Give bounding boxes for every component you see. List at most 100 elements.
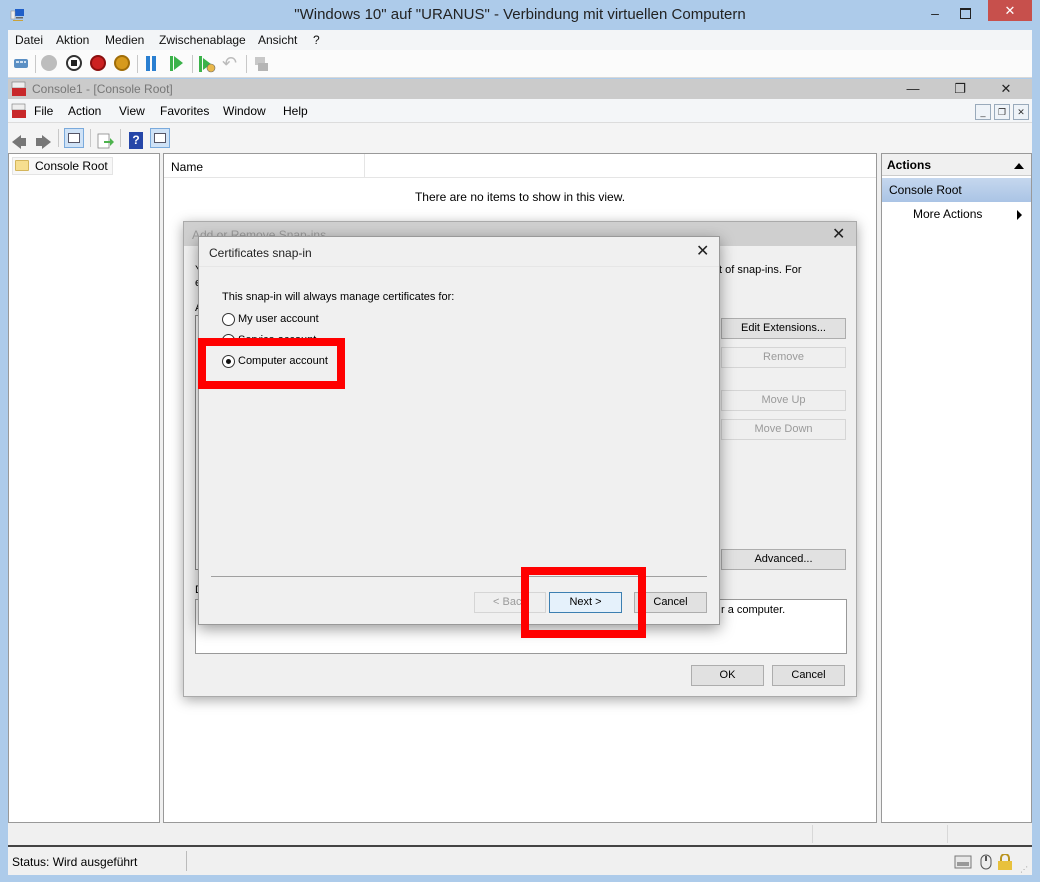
- mmc-status-bar: [8, 823, 1032, 843]
- folder-icon: [15, 160, 29, 171]
- mmc-close-button[interactable]: ✕: [983, 80, 1029, 98]
- mmc-menu-help[interactable]: Help: [283, 104, 308, 118]
- toolbar-separator: [90, 129, 91, 147]
- highlight-computer-account: [198, 338, 345, 389]
- vm-menu-zwischenablage[interactable]: Zwischenablage: [159, 33, 246, 47]
- vm-maximize-button[interactable]: [950, 0, 980, 26]
- shutdown-icon[interactable]: [90, 55, 106, 71]
- mmc-menu-bar: File Action View Favorites Window Help: [8, 99, 1032, 123]
- checkpoint-icon[interactable]: [198, 55, 216, 73]
- vm-menu-datei[interactable]: Datei: [15, 33, 43, 47]
- dialog-close-button[interactable]: ✕: [832, 224, 845, 244]
- vm-menu-help[interactable]: ?: [313, 33, 320, 47]
- mmc-menu-toolbox-icon: [11, 103, 26, 118]
- toolbar-separator: [246, 55, 247, 73]
- actions-header: Actions: [882, 154, 1031, 176]
- mmc-minimize-button[interactable]: —: [890, 80, 936, 98]
- more-actions-item[interactable]: More Actions: [913, 207, 982, 221]
- mmc-restore-button[interactable]: ❐: [937, 80, 983, 98]
- save-icon[interactable]: [114, 55, 130, 71]
- vm-toolbar: ↶: [8, 50, 1032, 78]
- dialog-title: Certificates snap-in: [209, 246, 312, 260]
- pause-icon[interactable]: [146, 56, 150, 71]
- keyboard-icon: [954, 855, 972, 869]
- forward-arrow-icon[interactable]: [42, 135, 51, 149]
- back-arrow-shaft: [20, 138, 26, 146]
- ok-button[interactable]: OK: [691, 665, 764, 686]
- remove-button[interactable]: Remove: [721, 347, 846, 368]
- toolbar-separator: [35, 55, 36, 73]
- help-icon[interactable]: ?: [129, 132, 143, 149]
- status-divider: [947, 825, 948, 843]
- vm-menu-bar: Datei Aktion Medien Zwischenablage Ansic…: [8, 30, 1032, 50]
- edit-extensions-button[interactable]: Edit Extensions...: [721, 318, 846, 339]
- show-hide-action-pane-button[interactable]: [150, 128, 170, 148]
- export-list-icon[interactable]: [96, 132, 114, 150]
- manage-prompt: This snap-in will always manage certific…: [222, 291, 455, 303]
- submenu-arrow-icon: [1017, 210, 1022, 220]
- vm-status-bar: Status: Wird ausgeführt ⋰: [8, 845, 1032, 875]
- vm-close-button[interactable]: ✕: [988, 0, 1032, 21]
- mmc-toolbox-icon: [11, 81, 26, 96]
- column-header-name[interactable]: Name: [171, 160, 203, 174]
- toolbar-separator: [137, 55, 138, 73]
- collapse-up-icon[interactable]: [1014, 163, 1024, 169]
- mouse-icon: [980, 854, 992, 870]
- mmc-title-bar: Console1 - [Console Root] — ❐ ✕: [8, 79, 1032, 99]
- child-close-button[interactable]: ✕: [1013, 104, 1029, 120]
- description-text: r a computer.: [721, 604, 786, 616]
- actions-group-label: Console Root: [889, 183, 962, 197]
- status-divider: [186, 851, 187, 871]
- list-header: Name: [164, 154, 876, 178]
- vm-menu-medien[interactable]: Medien: [105, 33, 144, 47]
- mmc-menu-window[interactable]: Window: [223, 104, 266, 118]
- tree-item-label: Console Root: [35, 159, 108, 173]
- show-hide-console-tree-button[interactable]: [64, 128, 84, 148]
- vm-status-text: Status: Wird ausgeführt: [12, 855, 138, 869]
- mmc-window-title: Console1 - [Console Root]: [32, 82, 173, 96]
- mmc-toolbar: ?: [8, 123, 1032, 153]
- vm-title-bar: "Windows 10" auf "URANUS" - Verbindung m…: [0, 0, 1040, 30]
- tree-item-console-root[interactable]: Console Root: [12, 157, 113, 175]
- move-down-button[interactable]: Move Down: [721, 419, 846, 440]
- vm-menu-ansicht[interactable]: Ansicht: [258, 33, 297, 47]
- mmc-menu-view[interactable]: View: [119, 104, 145, 118]
- dialog-title-bar: Certificates snap-in ✕: [199, 237, 719, 267]
- child-restore-button[interactable]: ❐: [994, 104, 1010, 120]
- turn-off-icon[interactable]: [66, 55, 82, 71]
- radio-button[interactable]: [222, 313, 235, 326]
- reset-icon-arrow: [174, 56, 183, 70]
- toolbar-separator: [58, 129, 59, 147]
- status-divider: [812, 825, 813, 843]
- vm-connection-window: "Windows 10" auf "URANUS" - Verbindung m…: [0, 0, 1040, 882]
- advanced-button[interactable]: Advanced...: [721, 549, 846, 570]
- vm-window-title: "Windows 10" auf "URANUS" - Verbindung m…: [294, 6, 746, 23]
- cancel-button[interactable]: Cancel: [772, 665, 845, 686]
- highlight-next-button: [521, 567, 646, 638]
- enhanced-session-icon[interactable]: [252, 55, 270, 73]
- revert-icon[interactable]: ↶: [222, 54, 237, 72]
- empty-list-message: There are no items to show in this view.: [414, 190, 626, 204]
- radio-label: My user account: [238, 313, 319, 325]
- toolbar-separator: [120, 129, 121, 147]
- dialog-close-button[interactable]: ✕: [696, 241, 709, 261]
- resize-grip[interactable]: ⋰: [1020, 865, 1028, 874]
- child-minimize-button[interactable]: _: [975, 104, 991, 120]
- mmc-menu-action[interactable]: Action: [68, 104, 101, 118]
- console-tree-pane: Console Root: [8, 153, 160, 823]
- toolbar-separator: [192, 55, 193, 73]
- lock-icon: [998, 854, 1012, 870]
- intro-text-tail: t of snap-ins. For: [719, 264, 802, 276]
- column-divider[interactable]: [364, 154, 365, 178]
- pause-icon-bar: [152, 56, 156, 71]
- actions-group-console-root[interactable]: Console Root: [882, 178, 1031, 202]
- ctrl-alt-del-icon[interactable]: [12, 55, 30, 71]
- reset-icon[interactable]: [170, 56, 173, 71]
- start-icon[interactable]: [41, 55, 57, 71]
- vm-minimize-button[interactable]: –: [920, 0, 950, 26]
- mmc-menu-file[interactable]: File: [34, 104, 53, 118]
- actions-pane: Actions Console Root More Actions: [881, 153, 1032, 823]
- mmc-menu-favorites[interactable]: Favorites: [160, 104, 209, 118]
- move-up-button[interactable]: Move Up: [721, 390, 846, 411]
- vm-menu-aktion[interactable]: Aktion: [56, 33, 89, 47]
